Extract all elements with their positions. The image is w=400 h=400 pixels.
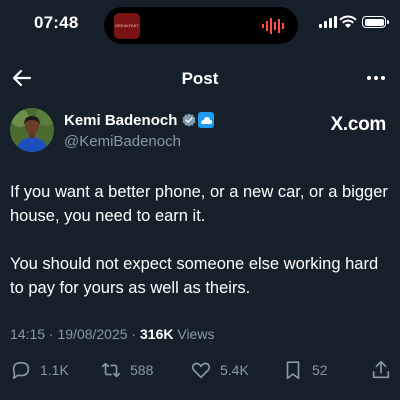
battery-icon: [362, 16, 389, 28]
x-com-watermark: X.com: [330, 114, 386, 135]
view-count: 316K: [140, 326, 174, 342]
avatar[interactable]: [10, 108, 54, 152]
bookmark-icon: [286, 361, 300, 380]
like-count: 5.4K: [220, 362, 249, 378]
author-display-name[interactable]: Kemi Badenoch: [64, 112, 177, 129]
wifi-icon: [339, 15, 357, 28]
like-button[interactable]: 5.4K: [190, 356, 249, 384]
like-icon: [191, 362, 211, 379]
avatar-image: [10, 108, 54, 152]
post-metadata: 14:15 · 19/08/2025 · 316K Views: [10, 326, 214, 342]
repost-icon: [101, 362, 121, 378]
verified-badge-icon[interactable]: [182, 112, 196, 128]
reply-icon: [12, 361, 30, 380]
bookmark-button[interactable]: 52: [282, 356, 328, 384]
share-icon: [372, 360, 390, 379]
post-header: Post: [0, 60, 400, 96]
repost-button[interactable]: 588: [100, 356, 153, 384]
author-handle[interactable]: @KemiBadenoch: [64, 133, 181, 150]
reply-count: 1.1K: [40, 362, 69, 378]
post-timestamp[interactable]: 14:15 · 19/08/2025 ·: [10, 326, 140, 342]
status-time: 07:48: [34, 13, 79, 32]
more-icon[interactable]: [364, 66, 388, 90]
repost-count: 588: [130, 362, 154, 378]
status-bar: 07:48 BREAKFAST: [0, 0, 400, 50]
audio-waveform-icon: [262, 18, 284, 34]
post-paragraph: If you want a better phone, or a new car…: [10, 183, 388, 225]
share-button[interactable]: [370, 356, 400, 384]
affiliation-badge-icon[interactable]: [198, 112, 214, 128]
bookmark-count: 52: [312, 362, 328, 378]
post-body: If you want a better phone, or a new car…: [10, 180, 390, 324]
post-paragraph: You should not expect someone else worki…: [10, 255, 379, 297]
cellular-signal-icon: [319, 16, 337, 28]
post-action-bar: 1.1K 588 5.4K 52: [0, 356, 400, 384]
dynamic-island[interactable]: BREAKFAST: [104, 7, 298, 44]
views-label: Views: [173, 326, 215, 342]
page-title: Post: [181, 69, 219, 88]
reply-button[interactable]: 1.1K: [10, 356, 69, 384]
now-playing-thumbnail: BREAKFAST: [114, 13, 140, 39]
post-author: Kemi Badenoch @KemiBadenoch X.com: [0, 108, 400, 160]
